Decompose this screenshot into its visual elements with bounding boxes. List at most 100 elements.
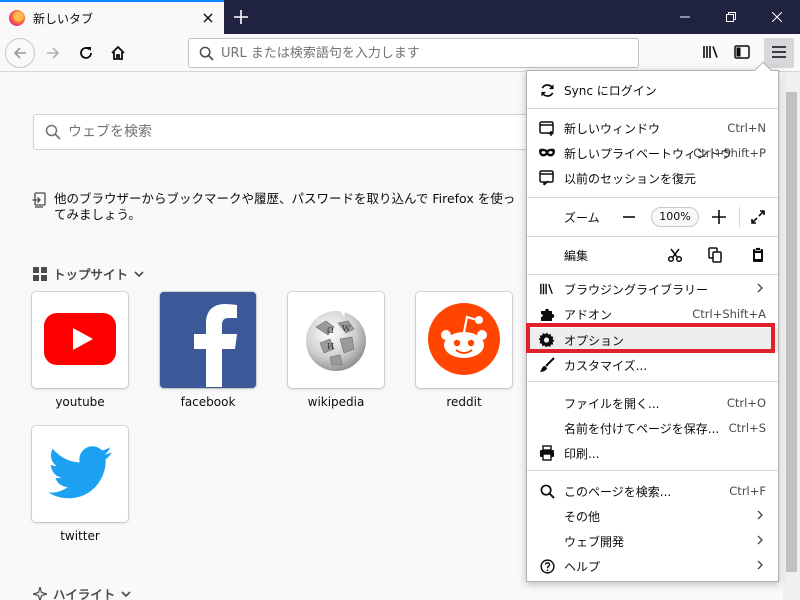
url-input[interactable]: [221, 45, 621, 61]
menu-label: カスタマイズ...: [564, 358, 648, 373]
new-tab-button[interactable]: [228, 4, 254, 30]
menu-shortcut: Ctrl+Shift+P: [693, 146, 766, 160]
menu-label: ウェブ開発: [564, 534, 625, 549]
import-icon: [32, 192, 48, 208]
menu-label: ブラウジングライブラリー: [564, 282, 709, 297]
zoom-separator: [739, 207, 740, 227]
app-menu-panel: Sync にログイン 新しいウィンドウ Ctrl+N 新しいプライベートウィンド…: [526, 61, 779, 582]
close-window-button[interactable]: [754, 0, 800, 34]
menu-shortcut: Ctrl+S: [728, 421, 766, 435]
site-label: wikipedia: [307, 395, 365, 409]
menu-item-private-window[interactable]: 新しいプライベートウィンドウ Ctrl+Shift+P: [527, 141, 778, 165]
menu-item-save-page[interactable]: 名前を付けてページを保存... Ctrl+S: [527, 416, 778, 440]
paintbrush-icon: [539, 357, 555, 373]
site-tile[interactable]: [160, 292, 256, 388]
scrollbar-thumb[interactable]: [786, 92, 797, 572]
menu-label: 新しいウィンドウ: [564, 121, 661, 136]
back-button[interactable]: [5, 38, 35, 68]
menu-item-library[interactable]: ブラウジングライブラリー: [527, 277, 778, 301]
wikipedia-logo: Ω W И: [300, 303, 372, 378]
menu-label: 編集: [564, 248, 589, 263]
top-sites-header[interactable]: トップサイト: [33, 264, 144, 283]
highlights-title: ハイライト: [53, 587, 116, 600]
sidebar-button[interactable]: [727, 38, 757, 68]
menu-separator: [527, 108, 778, 109]
tab-new-tab[interactable]: 新しいタブ: [0, 0, 224, 34]
cut-icon[interactable]: [663, 243, 687, 267]
copy-icon[interactable]: [703, 243, 727, 267]
forward-button[interactable]: [38, 38, 68, 68]
chevron-right-icon: [757, 534, 764, 548]
close-tab-icon[interactable]: [198, 8, 218, 28]
menu-separator: [527, 381, 778, 382]
menu-item-more[interactable]: その他: [527, 504, 778, 528]
web-search-input[interactable]: [68, 124, 508, 140]
top-site-wikipedia[interactable]: Ω W И wikipedia: [288, 292, 384, 409]
menu-shortcut: Ctrl+N: [727, 121, 766, 135]
menu-item-addons[interactable]: アドオン Ctrl+Shift+A: [527, 302, 778, 326]
page-scrollbar[interactable]: [783, 72, 800, 600]
menu-label: その他: [564, 509, 601, 524]
title-bar: 新しいタブ: [0, 0, 800, 34]
site-tile[interactable]: [32, 426, 128, 522]
site-label: facebook: [180, 395, 236, 409]
highlights-header[interactable]: ハイライト: [30, 584, 131, 600]
menu-item-print[interactable]: 印刷...: [527, 441, 778, 465]
site-tile[interactable]: [416, 292, 512, 388]
menu-item-options[interactable]: オプション: [527, 328, 778, 352]
top-site-facebook[interactable]: facebook: [160, 292, 256, 409]
chevron-right-icon: [757, 509, 764, 523]
menu-label: アドオン: [564, 307, 613, 322]
menu-label: 名前を付けてページを保存...: [564, 421, 720, 436]
menu-item-new-window[interactable]: 新しいウィンドウ Ctrl+N: [527, 116, 778, 140]
restore-button[interactable]: [708, 0, 754, 34]
menu-label: ヘルプ: [564, 559, 601, 574]
menu-item-open-file[interactable]: ファイルを開く... Ctrl+O: [527, 391, 778, 415]
menu-shortcut: Ctrl+F: [729, 484, 766, 498]
menu-item-help[interactable]: ヘルプ: [527, 554, 778, 578]
menu-item-customize[interactable]: カスタマイズ...: [527, 353, 778, 377]
web-search-box[interactable]: [33, 114, 553, 150]
menu-label: このページを検索...: [564, 484, 672, 499]
menu-item-sync[interactable]: Sync にログイン: [527, 78, 778, 102]
menu-label: 以前のセッションを復元: [564, 171, 697, 186]
menu-item-restore-session[interactable]: 以前のセッションを復元: [527, 166, 778, 190]
menu-separator: [527, 470, 778, 471]
fullscreen-button[interactable]: [746, 205, 770, 229]
svg-text:Ω: Ω: [327, 326, 334, 335]
grid-icon: [33, 266, 47, 281]
gear-icon: [539, 332, 555, 348]
menu-button[interactable]: [764, 38, 794, 68]
site-tile[interactable]: Ω W И: [288, 292, 384, 388]
printer-icon: [539, 445, 555, 461]
reload-button[interactable]: [71, 38, 101, 68]
site-tile[interactable]: [32, 292, 128, 388]
menu-separator: [527, 274, 778, 275]
url-bar[interactable]: [188, 38, 639, 68]
puzzle-icon: [539, 306, 555, 322]
home-button[interactable]: [103, 38, 133, 68]
top-site-reddit[interactable]: reddit: [416, 292, 512, 409]
youtube-logo: [44, 312, 116, 368]
restore-session-icon: [539, 170, 555, 186]
top-sites-title: トップサイト: [53, 267, 129, 282]
chevron-down-icon: [134, 266, 144, 281]
library-button[interactable]: [696, 38, 726, 68]
menu-item-find[interactable]: このページを検索... Ctrl+F: [527, 479, 778, 503]
search-icon: [197, 44, 215, 62]
top-site-twitter[interactable]: twitter: [32, 426, 128, 543]
minimize-button[interactable]: [662, 0, 708, 34]
search-icon: [44, 123, 62, 141]
zoom-out-button[interactable]: [617, 205, 641, 229]
reddit-logo: [428, 302, 500, 378]
paste-icon[interactable]: [746, 243, 770, 267]
menu-item-web-developer[interactable]: ウェブ開発: [527, 529, 778, 553]
chevron-down-icon: [121, 586, 131, 600]
sparkle-icon: [30, 584, 50, 600]
zoom-in-button[interactable]: [707, 205, 731, 229]
zoom-reset-button[interactable]: 100%: [651, 207, 699, 227]
menu-label: Sync にログイン: [564, 83, 657, 98]
new-window-icon: [539, 120, 555, 136]
import-message[interactable]: 他のブラウザーからブックマークや履歴、パスワードを取り込んで Firefox を…: [32, 191, 522, 223]
top-site-youtube[interactable]: youtube: [32, 292, 128, 409]
